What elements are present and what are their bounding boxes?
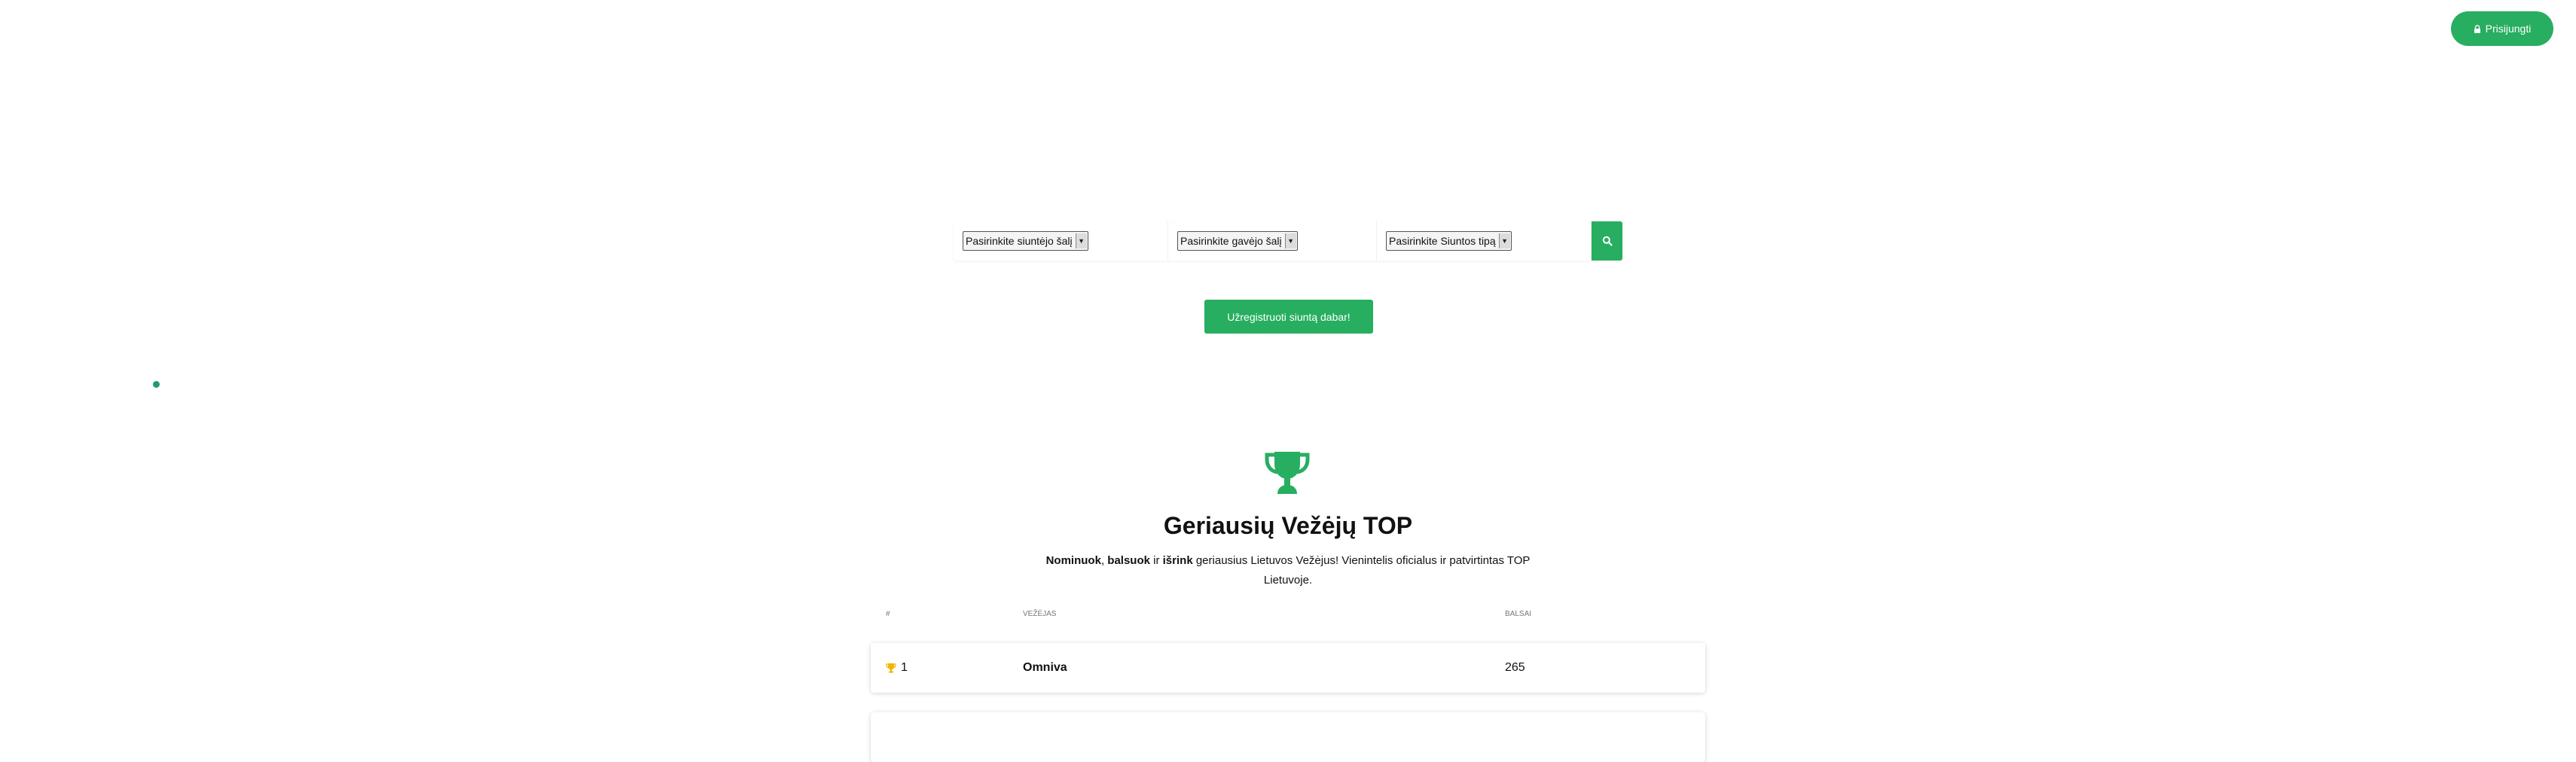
sender-country-cell: Pasirinkite siuntėjo šalį ▼ [954, 221, 1168, 261]
search-icon [1602, 236, 1613, 246]
subtitle-nominate: Nominuok [1045, 554, 1101, 567]
rank-cell: 1 [886, 643, 908, 693]
column-rank: # [886, 610, 890, 618]
table-row[interactable] [871, 712, 1705, 762]
dropdown-arrow-icon: ▼ [1075, 233, 1087, 248]
trophy-icon [1265, 452, 1310, 494]
receiver-country-cell: Pasirinkite gavėjo šalį ▼ [1168, 221, 1377, 261]
receiver-country-select[interactable]: Pasirinkite gavėjo šalį ▼ [1177, 231, 1298, 251]
sender-country-value: Pasirinkite siuntėjo šalį [966, 235, 1073, 247]
trophy-icon [886, 663, 896, 673]
login-button[interactable]: Prisijungti [2451, 11, 2553, 46]
lock-icon [2474, 24, 2481, 33]
parcel-type-cell: Pasirinkite Siuntos tipą ▼ [1377, 221, 1592, 261]
subtitle-sep: ir [1149, 554, 1163, 567]
parcel-type-select[interactable]: Pasirinkite Siuntos tipą ▼ [1386, 231, 1512, 251]
subtitle-vote: balsuok [1107, 554, 1150, 567]
dropdown-arrow-icon: ▼ [1498, 233, 1510, 248]
subtitle-choose: išrink [1162, 554, 1193, 567]
column-votes: BALSAI [1505, 610, 1532, 618]
top-subtitle: Nominuok, balsuok ir išrink geriausius L… [1039, 551, 1537, 590]
carrier-name[interactable]: Omniva [1023, 643, 1067, 693]
rank-value: 1 [901, 661, 908, 674]
top-title: Geriausių Vežėjų TOP [1163, 512, 1413, 539]
dropdown-arrow-icon: ▼ [1284, 233, 1296, 248]
login-label: Prisijungti [2485, 23, 2532, 35]
search-button[interactable] [1592, 221, 1622, 261]
table-row[interactable]: 1 Omniva 265 [871, 643, 1705, 693]
register-parcel-button[interactable]: Užregistruoti siuntą dabar! [1204, 300, 1373, 334]
search-bar: Pasirinkite siuntėjo šalį ▼ Pasirinkite … [954, 221, 1622, 261]
column-carrier: VEŽĖJAS [1023, 610, 1057, 618]
parcel-type-value: Pasirinkite Siuntos tipą [1389, 235, 1496, 247]
table-header: # VEŽĖJAS BALSAI [871, 610, 1705, 622]
votes-value: 265 [1505, 661, 1525, 674]
status-dot [153, 381, 160, 388]
sender-country-select[interactable]: Pasirinkite siuntėjo šalį ▼ [963, 231, 1088, 251]
subtitle-text: geriausius Lietuvos Vežėjus! Vienintelis… [1192, 554, 1531, 587]
receiver-country-value: Pasirinkite gavėjo šalį [1180, 235, 1282, 247]
